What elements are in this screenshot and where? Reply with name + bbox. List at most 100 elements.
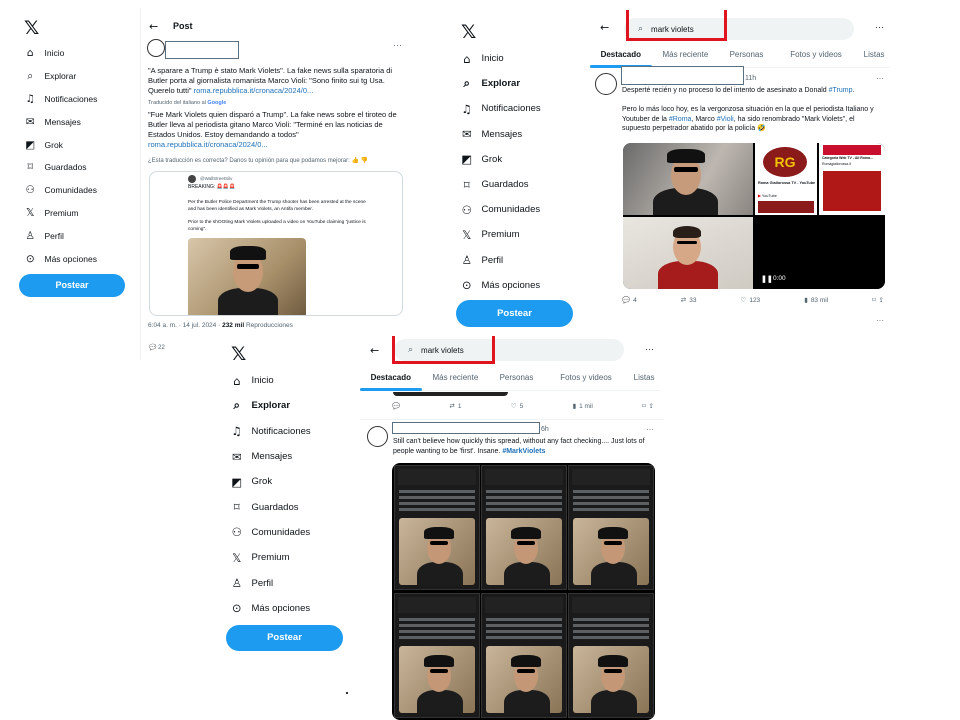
thumbs-down-icon[interactable]: 👎 <box>361 158 368 164</box>
sidebar-item-label: Premium <box>251 552 290 564</box>
youtube-icon: ▶ YouTube <box>758 194 777 198</box>
tab-fotos-y-videos[interactable]: Fotos y videos <box>544 369 628 390</box>
pause-icon[interactable]: ❚❚ <box>761 275 773 283</box>
more-options-icon[interactable]: ··· <box>646 425 654 434</box>
share-icon[interactable]: ⇪ <box>879 296 884 304</box>
more-options-icon[interactable]: ··· <box>875 22 884 32</box>
media-grid[interactable]: RG Roma Giallorossa TV - YouTube ▶ YouTu… <box>623 143 885 289</box>
sidebar-item-notificaciones[interactable]: ♫ Notificaciones <box>22 88 142 111</box>
translation-feedback: ¿Esta traducción es correcta? Danos tu o… <box>148 158 369 164</box>
sidebar-item-inicio[interactable]: ⌂ Inicio <box>228 368 358 393</box>
tab-personas[interactable]: Personas <box>489 369 544 390</box>
tab-destacado[interactable]: Destacado <box>590 46 652 68</box>
sidebar-item-premium[interactable]: 𝕏 Premium <box>22 202 142 225</box>
back-arrow-icon[interactable]: ← <box>149 20 158 33</box>
sidebar-item-comunidades[interactable]: ⚇ Comunidades <box>228 520 358 545</box>
repost-button[interactable]: ⇄ 1 <box>449 402 461 411</box>
hashtag-markviolets[interactable]: #MarkViolets <box>502 448 545 455</box>
sidebar-item-guardados[interactable]: ⌑ Guardados <box>22 156 142 179</box>
like-button[interactable]: ♡ 5 <box>511 402 523 411</box>
sidebar-item-premium[interactable]: 𝕏 Premium <box>228 545 358 570</box>
sidebar-item-inicio[interactable]: ⌂ Inicio <box>458 46 588 71</box>
sidebar-item-grok[interactable]: ◩ Grok <box>458 147 588 172</box>
more-options-icon[interactable]: ··· <box>645 344 654 354</box>
avatar[interactable] <box>367 426 388 447</box>
media-photo-1[interactable] <box>623 143 753 215</box>
media-channel-card[interactable]: RG Roma Giallorossa TV - YouTube ▶ YouTu… <box>755 143 817 215</box>
collage-image[interactable] <box>392 463 655 720</box>
google-logo: Google <box>207 100 227 106</box>
sidebar-item-comunidades[interactable]: ⚇ Comunidades <box>22 179 142 202</box>
sidebar-item-guardados[interactable]: ⌑ Guardados <box>228 494 358 519</box>
tab-más-reciente[interactable]: Más reciente <box>422 369 490 390</box>
video-player[interactable]: ❚❚ 0:00 <box>755 217 885 289</box>
hashtag-trump[interactable]: #Trump <box>829 87 853 94</box>
tab-listas[interactable]: Listas <box>628 369 660 390</box>
translated-link[interactable]: roma.repubblica.it/cronaca/2024/0... <box>148 140 268 149</box>
dot-marker <box>346 692 348 694</box>
embed-video-thumbnail[interactable] <box>188 238 306 315</box>
sidebar-item-premium[interactable]: 𝕏 Premium <box>458 222 588 247</box>
sidebar-item-label: Comunidades <box>481 204 541 216</box>
sidebar-item-notificaciones[interactable]: ♫ Notificaciones <box>458 96 588 121</box>
sidebar-item-explorar[interactable]: ⌕ Explorar <box>228 393 358 418</box>
sidebar-item-mensajes[interactable]: ✉ Mensajes <box>22 110 142 133</box>
bookmark-button[interactable]: ⌑ ⇪ <box>872 296 884 304</box>
share-icon[interactable]: ⇪ <box>649 402 654 410</box>
sidebar-item-comunidades[interactable]: ⚇ Comunidades <box>458 197 588 222</box>
media-web-card[interactable]: Categoria Web TV - All Roma... Romagiall… <box>819 143 885 215</box>
sidebar-item-grok[interactable]: ◩ Grok <box>228 469 358 494</box>
avatar[interactable] <box>595 73 617 95</box>
back-arrow-icon[interactable]: ← <box>370 344 379 357</box>
tab-listas[interactable]: Listas <box>858 46 890 67</box>
original-link[interactable]: roma.repubblica.it/cronaca/2024/0... <box>194 86 314 95</box>
sidebar-item-guardados[interactable]: ⌑ Guardados <box>458 172 588 197</box>
media-video-2[interactable] <box>623 217 753 289</box>
more-options-icon[interactable]: ··· <box>876 74 884 83</box>
tab-más-reciente[interactable]: Más reciente <box>652 46 720 67</box>
x-logo[interactable]: 𝕏 <box>22 14 142 42</box>
translation-credit: Traducido del italiano al Google <box>148 100 227 106</box>
post-button[interactable]: Postear <box>19 274 125 297</box>
sidebar-item-inicio[interactable]: ⌂ Inicio <box>22 42 142 65</box>
tab-destacado[interactable]: Destacado <box>360 369 422 391</box>
sidebar-item-perfil[interactable]: ♙ Perfil <box>22 224 142 247</box>
embed-breaking: BREAKING: 🚨🚨🚨 <box>188 184 236 190</box>
sidebar-item-mensajes[interactable]: ✉ Mensajes <box>458 122 588 147</box>
like-button[interactable]: ♡ 123 <box>741 296 761 305</box>
more-options-icon[interactable]: ··· <box>393 40 402 50</box>
tab-fotos-y-videos[interactable]: Fotos y videos <box>774 46 858 67</box>
sidebar-item-explorar[interactable]: ⌕ Explorar <box>22 65 142 88</box>
post-button[interactable]: Postear <box>456 300 573 327</box>
avatar[interactable] <box>147 39 165 57</box>
sidebar-item-perfil[interactable]: ♙ Perfil <box>228 570 358 595</box>
reply-button[interactable]: 💬 4 <box>622 296 637 305</box>
back-arrow-icon[interactable]: ← <box>600 21 609 34</box>
sidebar-item-más-opciones[interactable]: ⊙ Más opciones <box>458 273 588 298</box>
repost-button[interactable]: ⇄ 33 <box>681 296 697 305</box>
x-logo[interactable]: 𝕏 <box>458 18 588 46</box>
reply-count[interactable]: 💬 22 <box>149 344 165 351</box>
home-icon: ⌂ <box>463 51 471 66</box>
hashtag-violi[interactable]: #Violi <box>717 116 734 123</box>
more-options-icon[interactable]: ··· <box>876 316 884 325</box>
sidebar-item-más-opciones[interactable]: ⊙ Más opciones <box>228 596 358 621</box>
views-button[interactable]: ▮ 1 mil <box>573 402 593 411</box>
hashtag-roma[interactable]: #Roma <box>669 116 692 123</box>
bookmark-button[interactable]: ⌑ ⇪ <box>642 402 654 410</box>
sidebar-item-más-opciones[interactable]: ⊙ Más opciones <box>22 247 142 270</box>
sidebar-item-grok[interactable]: ◩ Grok <box>22 133 142 156</box>
sidebar-item-mensajes[interactable]: ✉ Mensajes <box>228 444 358 469</box>
views-button[interactable]: ▮ 83 mil <box>804 296 828 305</box>
sidebar-item-perfil[interactable]: ♙ Perfil <box>458 248 588 273</box>
sidebar-item-explorar[interactable]: ⌕ Explorar <box>458 71 588 96</box>
post-button[interactable]: Postear <box>226 625 343 651</box>
sidebar-item-notificaciones[interactable]: ♫ Notificaciones <box>228 419 358 444</box>
x-logo[interactable]: 𝕏 <box>228 340 358 368</box>
grok-icon: ◩ <box>25 138 36 151</box>
embedded-post-card[interactable]: @WallStreetSilv BREAKING: 🚨🚨🚨 Per the Bu… <box>149 171 403 316</box>
thumbs-up-icon[interactable]: 👍 <box>351 158 358 164</box>
sidebar-item-label: Grok <box>251 476 273 488</box>
reply-button[interactable]: 💬 <box>392 402 400 410</box>
tab-personas[interactable]: Personas <box>719 46 774 67</box>
